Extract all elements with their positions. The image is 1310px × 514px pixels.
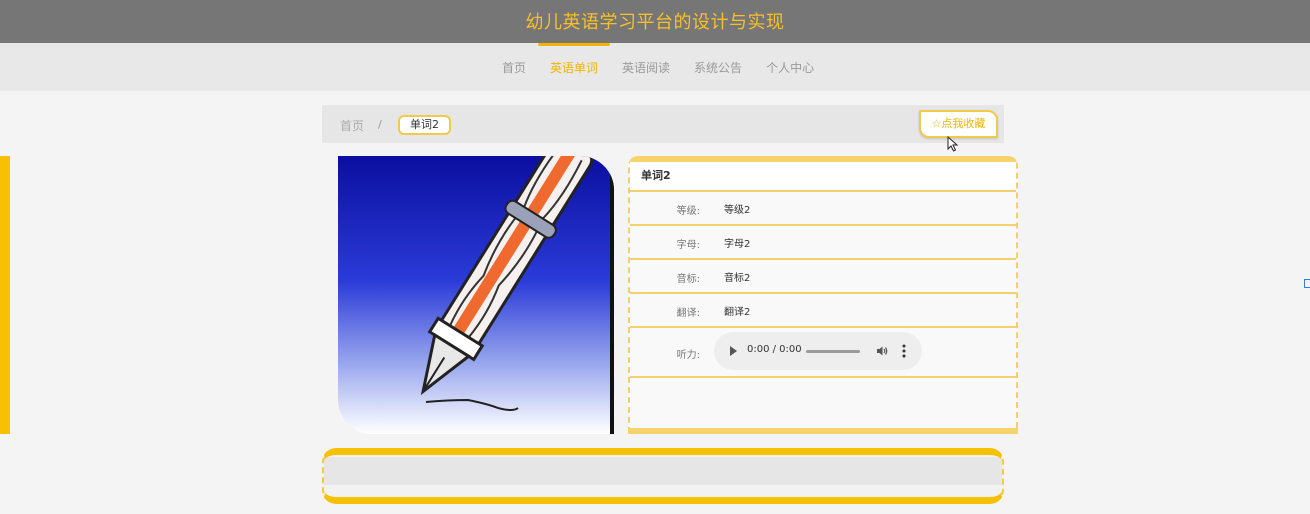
- bottom-content-inner: [324, 457, 1002, 485]
- volume-icon[interactable]: [876, 345, 888, 357]
- site-title: 幼儿英语学习平台的设计与实现: [525, 12, 785, 33]
- info-label-level: 等级:: [676, 206, 700, 217]
- info-row-phonetic: 音标: 音标2: [630, 260, 1016, 294]
- info-row-letter: 字母: 字母2: [630, 226, 1016, 260]
- info-label-translation: 翻译:: [676, 308, 700, 319]
- audio-time: 0:00 / 0:00: [747, 344, 802, 355]
- bottom-content-box: [322, 448, 1004, 504]
- info-value-phonetic: 音标2: [724, 273, 751, 284]
- info-label-letter: 字母:: [676, 240, 700, 251]
- fountain-pen-illustration: [338, 156, 614, 434]
- word-image: [338, 156, 614, 434]
- left-accent-bar: [0, 156, 10, 434]
- nav-item-english-words[interactable]: 英语单词: [538, 43, 611, 91]
- info-value-letter: 字母2: [724, 239, 751, 250]
- info-value-translation: 翻译2: [724, 307, 751, 318]
- word-title: 单词2: [630, 162, 1016, 192]
- nav-item-announcements[interactable]: 系统公告: [682, 43, 754, 91]
- audio-progress-slider[interactable]: [806, 350, 860, 353]
- audio-player[interactable]: 0:00 / 0:00: [714, 332, 922, 370]
- breadcrumb-separator: /: [378, 118, 382, 131]
- nav-item-home[interactable]: 首页: [490, 43, 538, 91]
- info-row-listening: 听力: 0:00 / 0:00: [630, 328, 1016, 378]
- word-info-card: 单词2 等级: 等级2 字母: 字母2 音标: 音标2 翻译: 翻译2 听力: …: [628, 156, 1018, 434]
- side-edge-icon[interactable]: [1304, 279, 1310, 288]
- favorite-button[interactable]: ☆点我收藏: [919, 110, 998, 138]
- info-label-phonetic: 音标:: [676, 274, 700, 285]
- nav-item-profile[interactable]: 个人中心: [754, 43, 826, 91]
- main-nav: 首页 英语单词 英语阅读 系统公告 个人中心: [0, 43, 1310, 91]
- cursor-icon: [947, 136, 959, 152]
- info-value-level: 等级2: [724, 205, 751, 216]
- breadcrumb: 首页 / 单词2 ☆点我收藏: [322, 105, 1004, 143]
- info-row-translation: 翻译: 翻译2: [630, 294, 1016, 328]
- more-vert-icon[interactable]: [902, 344, 906, 358]
- nav-item-english-reading[interactable]: 英语阅读: [610, 43, 682, 91]
- info-label-listening: 听力:: [676, 350, 700, 361]
- nav-list: 首页 英语单词 英语阅读 系统公告 个人中心: [490, 43, 826, 91]
- info-row-level: 等级: 等级2: [630, 192, 1016, 226]
- play-icon[interactable]: [730, 346, 737, 356]
- breadcrumb-home-link[interactable]: 首页: [340, 117, 364, 134]
- card-bottom-strip: [628, 428, 1018, 434]
- top-header: 幼儿英语学习平台的设计与实现: [0, 0, 1310, 43]
- breadcrumb-current: 单词2: [398, 115, 451, 135]
